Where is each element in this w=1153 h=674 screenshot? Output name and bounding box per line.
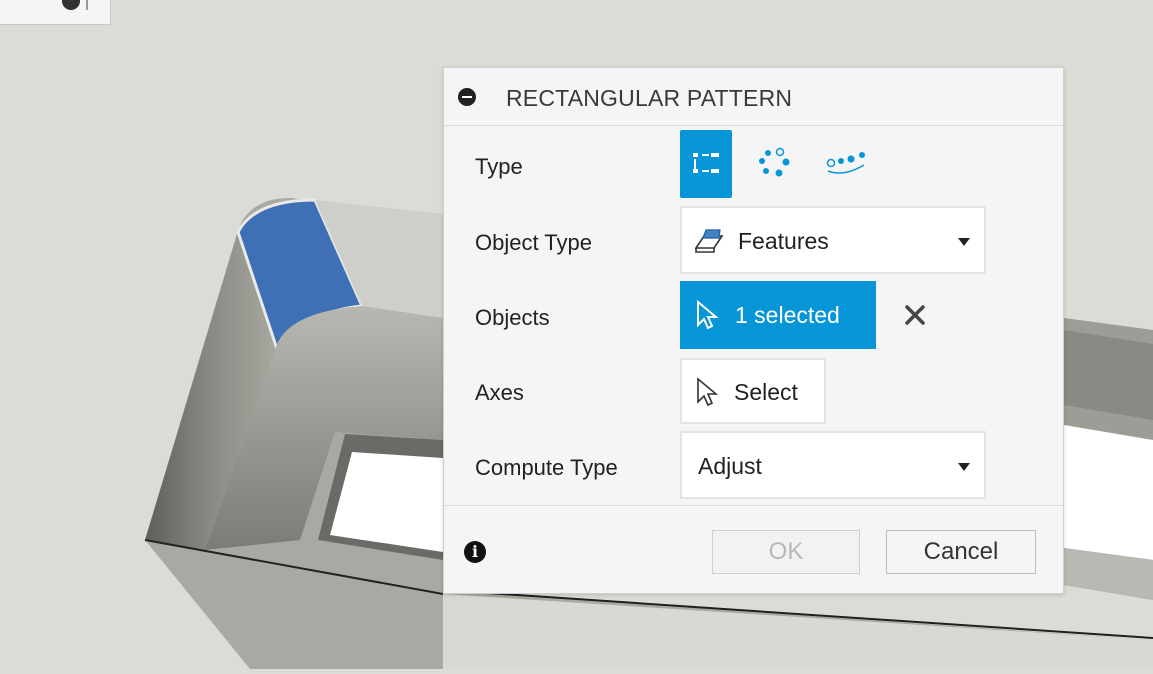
dialog-title: RECTANGULAR PATTERN bbox=[506, 85, 793, 111]
object-type-dropdown[interactable]: Features bbox=[680, 206, 986, 274]
object-type-label: Object Type bbox=[475, 230, 592, 255]
dialog-header[interactable]: RECTANGULAR PATTERN bbox=[444, 68, 1063, 126]
toolbar-divider bbox=[86, 0, 88, 10]
objects-label: Objects bbox=[475, 305, 550, 330]
compute-type-value: Adjust bbox=[698, 453, 762, 479]
rectangular-pattern-dialog: RECTANGULAR PATTERN Type Object Type Fea… bbox=[443, 67, 1064, 594]
path-pattern-icon bbox=[826, 152, 865, 174]
type-label: Type bbox=[475, 154, 523, 179]
objects-selection-button[interactable]: 1 selected bbox=[680, 281, 876, 349]
rectangular-pattern-icon bbox=[693, 153, 719, 173]
ok-button[interactable]: OK bbox=[712, 530, 860, 574]
cursor-arrow-icon bbox=[697, 377, 718, 407]
path-pattern-type-button[interactable] bbox=[820, 130, 872, 198]
compute-type-label: Compute Type bbox=[475, 455, 618, 480]
cancel-button[interactable]: Cancel bbox=[886, 530, 1036, 574]
objects-value: 1 selected bbox=[735, 302, 840, 328]
toolbar-dot-icon bbox=[62, 0, 80, 10]
axes-label: Axes bbox=[475, 380, 524, 405]
clear-selection-icon[interactable] bbox=[902, 302, 928, 328]
collapse-icon[interactable] bbox=[458, 88, 476, 106]
cursor-arrow-icon bbox=[697, 299, 718, 330]
top-left-toolbar-fragment bbox=[0, 0, 111, 25]
dialog-footer: i OK Cancel bbox=[444, 505, 1063, 595]
object-type-value: Features bbox=[738, 228, 829, 254]
chevron-down-icon bbox=[958, 463, 970, 471]
axes-value: Select bbox=[734, 379, 798, 405]
info-icon[interactable]: i bbox=[464, 541, 486, 563]
axes-select-button[interactable]: Select bbox=[680, 358, 826, 424]
rectangular-pattern-type-button[interactable] bbox=[680, 130, 732, 198]
circular-pattern-icon bbox=[759, 147, 790, 177]
circular-pattern-type-button[interactable] bbox=[750, 130, 802, 198]
chevron-down-icon bbox=[958, 238, 970, 246]
features-icon bbox=[694, 229, 724, 253]
compute-type-dropdown[interactable]: Adjust bbox=[680, 431, 986, 499]
